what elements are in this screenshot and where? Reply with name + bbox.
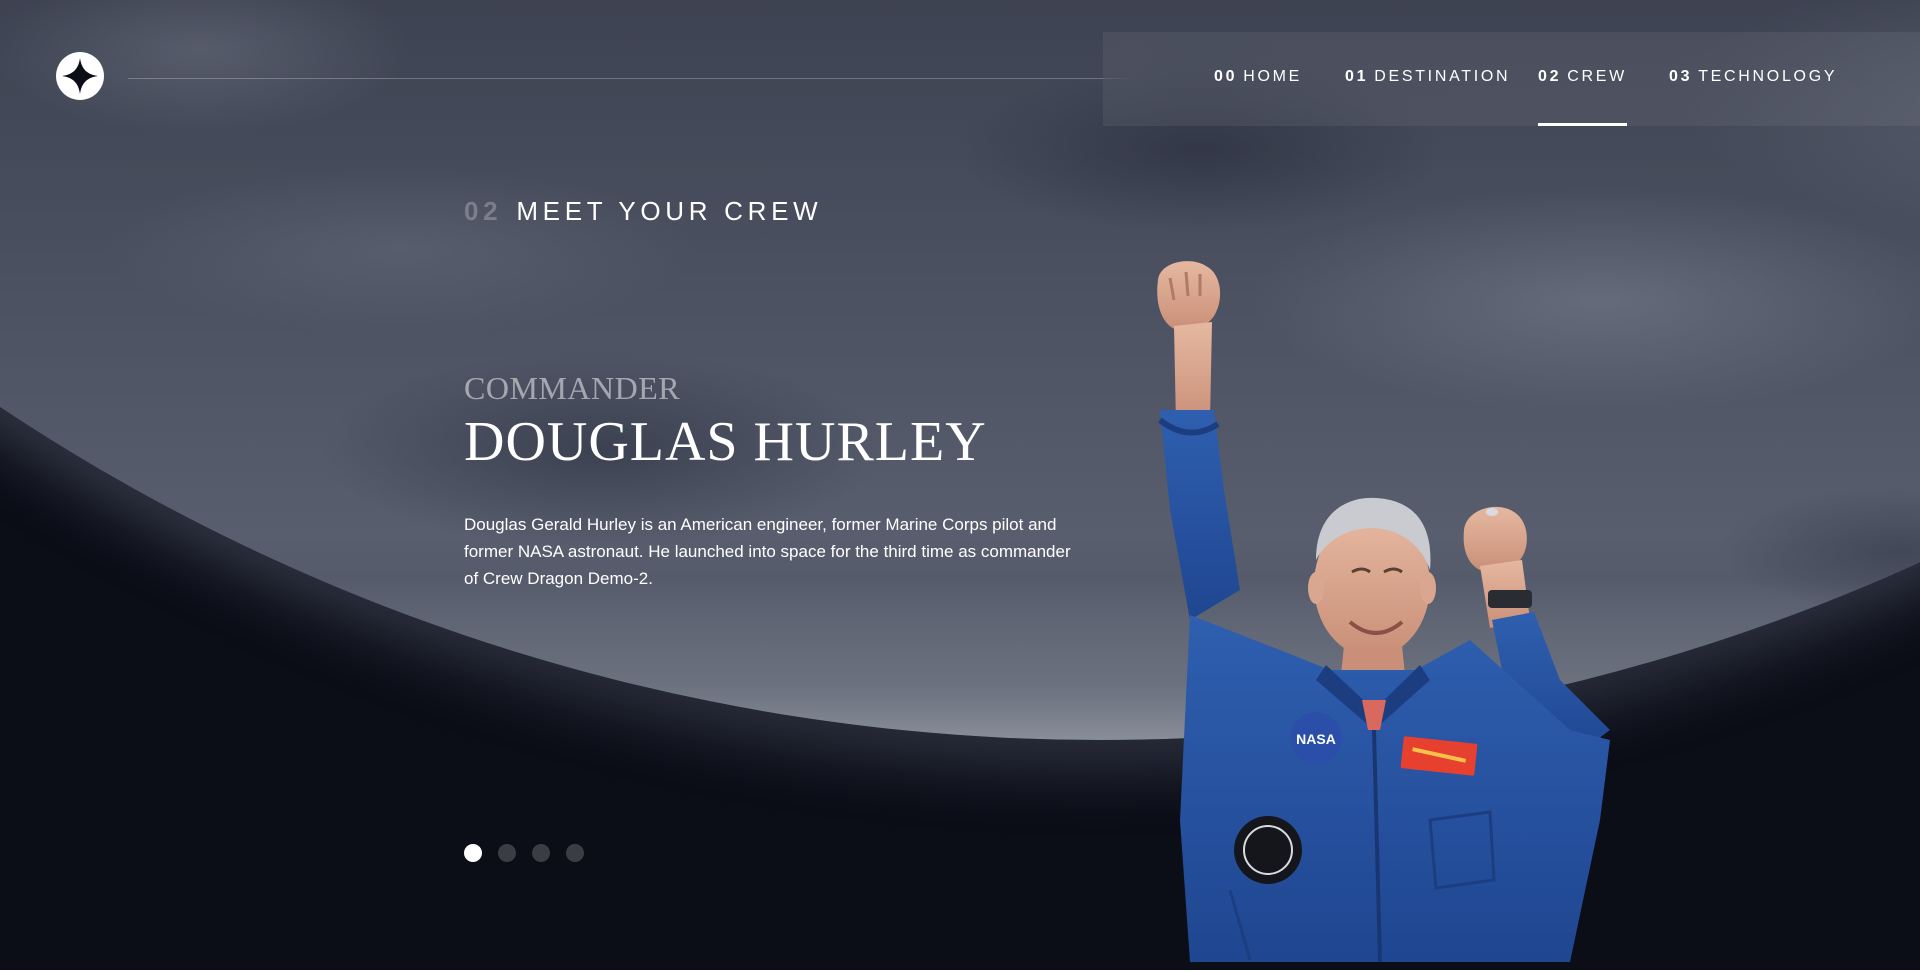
nav-item-label: CREW [1567, 68, 1627, 85]
crew-member-image: NASA [1130, 260, 1670, 963]
nav-item-number: 03 [1669, 68, 1693, 85]
slider-dot-2[interactable] [498, 844, 516, 862]
crew-name: DOUGLAS HURLEY [464, 411, 987, 473]
nasa-patch-text: NASA [1296, 731, 1336, 747]
header-divider [128, 78, 1143, 79]
slider-dot-4[interactable] [566, 844, 584, 862]
section-heading: 02 MEET YOUR CREW [464, 196, 822, 227]
nav-item-number: 00 [1214, 68, 1238, 85]
nav-item-label: TECHNOLOGY [1698, 68, 1838, 85]
star-logo-icon[interactable] [56, 52, 104, 100]
nav-item-label: DESTINATION [1374, 68, 1511, 85]
section-title: MEET YOUR CREW [516, 196, 823, 226]
astronaut-illustration: NASA [1157, 261, 1610, 963]
nav-item-number: 01 [1345, 68, 1369, 85]
star-logo-glyph [62, 58, 98, 94]
nav-item-technology[interactable]: 03 TECHNOLOGY [1669, 32, 1837, 126]
main-navigation: 00 HOME 01 DESTINATION 02 CREW 03 TECHNOLOGY [1103, 32, 1920, 126]
nav-item-label: HOME [1243, 68, 1303, 85]
slider-dot-3[interactable] [532, 844, 550, 862]
nav-item-number: 02 [1538, 68, 1562, 85]
section-number: 02 [464, 196, 503, 226]
site-header: 00 HOME 01 DESTINATION 02 CREW 03 TECHNOLOGY [0, 0, 1920, 130]
nav-item-home[interactable]: 00 HOME [1214, 32, 1302, 126]
nav-item-crew[interactable]: 02 CREW [1538, 32, 1627, 126]
nav-item-destination[interactable]: 01 DESTINATION [1345, 32, 1510, 126]
crew-bio: Douglas Gerald Hurley is an American eng… [464, 515, 1071, 588]
slider-dot-1[interactable] [464, 844, 482, 862]
crew-role: COMMANDER [464, 370, 681, 406]
